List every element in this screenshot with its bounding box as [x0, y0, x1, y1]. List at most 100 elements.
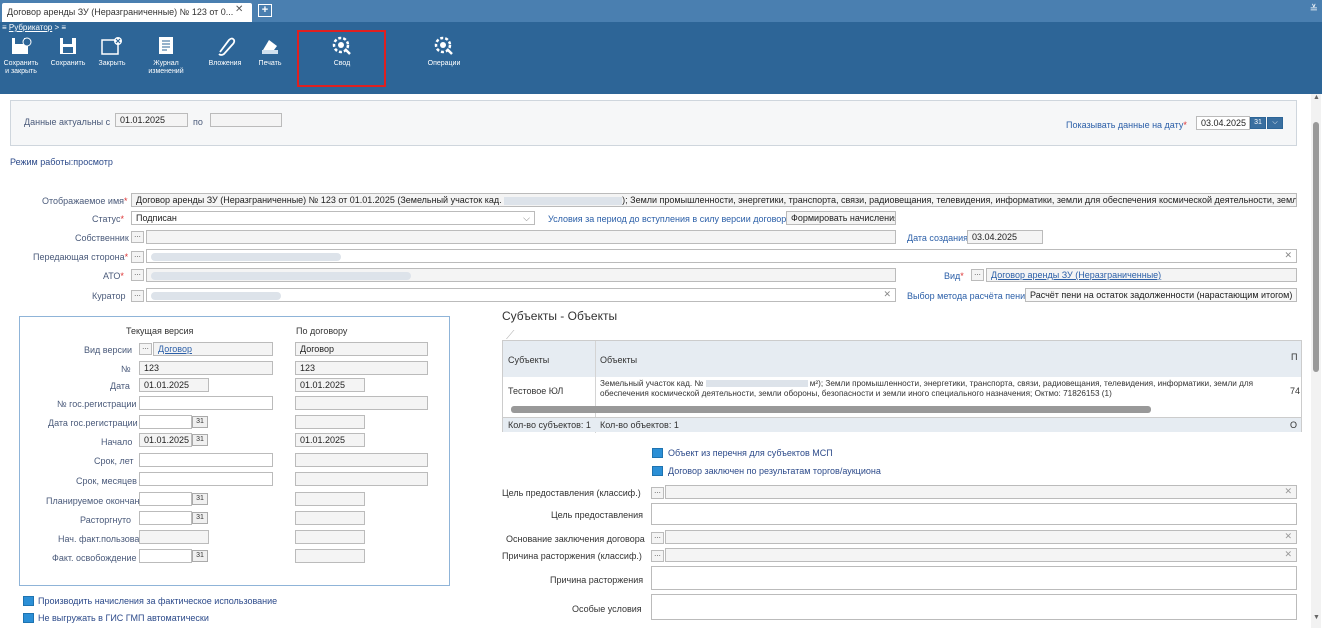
clear-icon[interactable]: ✕ [1284, 250, 1292, 261]
start-current-field[interactable]: 01.01.2025 [139, 433, 192, 447]
col-p[interactable]: П [1291, 352, 1297, 362]
chevron-down-icon[interactable]: ⌵ [1267, 117, 1283, 129]
purpose-field[interactable] [651, 503, 1297, 525]
actual-use-contract-field[interactable] [295, 530, 365, 544]
save-button[interactable]: Сохранить [46, 36, 90, 68]
terminated-contract-field[interactable] [295, 511, 365, 525]
kind-label: Вид* [944, 271, 964, 281]
breadcrumb-root[interactable]: Рубрикатор [9, 23, 52, 32]
ato-field[interactable] [146, 268, 896, 282]
gis-checkbox[interactable] [23, 613, 34, 623]
penalty-method-field[interactable]: Расчёт пени на остаток задолженности (на… [1025, 288, 1297, 302]
reg-date-contract-field[interactable] [295, 415, 365, 429]
conditions-field[interactable]: Формировать начисления [786, 211, 896, 225]
actual-from-field[interactable]: 01.01.2025 [115, 113, 188, 127]
auction-checkbox[interactable] [652, 466, 663, 476]
curator-field[interactable]: ✕ [146, 288, 896, 302]
actual-from-label: Данные актуальны с [24, 117, 111, 127]
actual-to-field[interactable] [210, 113, 282, 127]
purpose-class-field[interactable]: ✕ [665, 485, 1297, 499]
col-subjects[interactable]: Субъекты [508, 355, 549, 365]
version-kind-select-button[interactable]: ... [139, 343, 152, 355]
created-date-field[interactable]: 03.04.2025 [967, 230, 1043, 244]
calendar-icon[interactable]: 31 [192, 416, 208, 428]
clear-icon[interactable]: ✕ [1284, 531, 1292, 542]
curator-select-button[interactable]: ... [131, 290, 144, 302]
term-months-contract-field[interactable] [295, 472, 428, 486]
owner-select-button[interactable]: ... [131, 231, 144, 243]
term-years-current-field[interactable] [139, 453, 273, 467]
date-current-field[interactable]: 01.01.2025 [139, 378, 209, 392]
ato-select-button[interactable]: ... [131, 269, 144, 281]
termination-class-field[interactable]: ✕ [665, 548, 1297, 562]
display-name-field[interactable]: Договор аренды ЗУ (Неразграниченные) № 1… [131, 193, 1297, 207]
msp-checkbox[interactable] [652, 448, 663, 458]
terminated-current-field[interactable] [139, 511, 192, 525]
show-date-field[interactable]: 03.04.2025 [1196, 116, 1250, 130]
kind-field[interactable]: Договор аренды ЗУ (Неразграниченные) [986, 268, 1297, 282]
calendar-icon[interactable]: 31 [192, 512, 208, 524]
highlight-frame [297, 30, 386, 87]
tab-close-icon[interactable]: ✕ [235, 4, 243, 15]
owner-field[interactable] [146, 230, 896, 244]
document-tab[interactable]: Договор аренды ЗУ (Неразграниченные) № 1… [2, 3, 252, 22]
number-current-field[interactable]: 123 [139, 361, 273, 375]
print-button[interactable]: Печать [250, 36, 290, 68]
calendar-icon[interactable]: 31 [192, 434, 208, 446]
kind-select-button[interactable]: ... [971, 269, 984, 281]
status-select[interactable]: Подписан ⌵ [131, 211, 535, 225]
actual-release-contract-field[interactable] [295, 549, 365, 563]
date-contract-field[interactable]: 01.01.2025 [295, 378, 365, 392]
clear-icon[interactable]: ✕ [1284, 486, 1292, 497]
actual-use-current-field[interactable] [139, 530, 209, 544]
scroll-up-icon[interactable]: ▲ [1313, 94, 1320, 101]
planned-end-contract-field[interactable] [295, 492, 365, 506]
special-conditions-field[interactable] [651, 594, 1297, 620]
scroll-down-icon[interactable]: ▼ [1313, 614, 1320, 621]
row-subject[interactable]: Тестовое ЮЛ [508, 386, 563, 396]
calendar-icon[interactable]: 31 [1250, 117, 1266, 129]
attachments-button[interactable]: Вложения [205, 36, 245, 68]
row-object[interactable]: Земельный участок кад. № м²); Земли пром… [600, 379, 1280, 399]
clear-icon[interactable]: ✕ [1284, 549, 1292, 560]
close-button[interactable]: Закрыть [95, 36, 129, 68]
penalty-method-label: Выбор метода расчёта пени [907, 291, 1026, 301]
term-months-current-field[interactable] [139, 472, 273, 486]
clear-icon[interactable]: ✕ [883, 289, 891, 300]
number-contract-field[interactable]: 123 [295, 361, 428, 375]
purpose-class-select-button[interactable]: ... [651, 487, 664, 499]
add-tab-button[interactable]: + [258, 4, 272, 17]
transfer-select-button[interactable]: ... [131, 251, 144, 263]
actual-release-current-field[interactable] [139, 549, 192, 563]
termination-class-select-button[interactable]: ... [651, 550, 664, 562]
save-and-close-button[interactable]: Сохранить и закрыть [0, 36, 42, 76]
reg-date-label: Дата гос.регистрации [48, 418, 138, 428]
planned-end-current-field[interactable] [139, 492, 192, 506]
version-kind-contract-field[interactable]: Договор [295, 342, 428, 356]
vertical-scrollbar[interactable]: ▲ ▼ [1311, 94, 1321, 628]
basis-field[interactable]: ✕ [665, 530, 1297, 544]
gis-label: Не выгружать в ГИС ГМП автоматически [38, 613, 209, 623]
horizontal-scrollbar[interactable] [511, 406, 1151, 413]
termination-field[interactable] [651, 566, 1297, 590]
col-objects[interactable]: Объекты [600, 355, 637, 365]
actual-to-label: по [193, 117, 203, 127]
start-contract-field[interactable]: 01.01.2025 [295, 433, 365, 447]
operations-button[interactable]: Операции [420, 36, 468, 68]
term-years-contract-field[interactable] [295, 453, 428, 467]
chevron-down-icon[interactable]: ≚ [1310, 4, 1318, 15]
journal-button[interactable]: Журнал изменений [145, 36, 187, 76]
version-kind-current-field[interactable]: Договор [153, 342, 273, 356]
tab-title: Договор аренды ЗУ (Неразграниченные) № 1… [7, 7, 234, 17]
calendar-icon[interactable]: 31 [192, 550, 208, 562]
show-date-label: Показывать данные на дату* [1066, 120, 1187, 130]
calendar-icon[interactable]: 31 [192, 493, 208, 505]
reg-date-current-field[interactable] [139, 415, 192, 429]
versions-panel [19, 316, 450, 586]
basis-select-button[interactable]: ... [651, 532, 664, 544]
accrual-checkbox[interactable] [23, 596, 34, 606]
reg-number-current-field[interactable] [139, 396, 273, 410]
reg-number-contract-field[interactable] [295, 396, 428, 410]
scroll-thumb[interactable] [1313, 122, 1319, 372]
transfer-party-field[interactable]: ✕ [146, 249, 1297, 263]
